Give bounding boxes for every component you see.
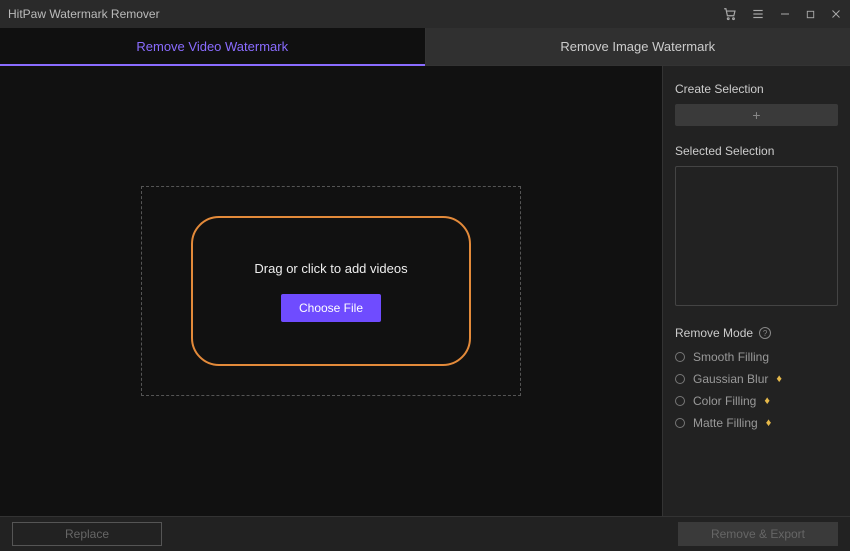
menu-icon[interactable]	[751, 7, 765, 21]
diamond-icon: ♦	[764, 395, 770, 407]
mode-label: Smooth Filling	[693, 350, 769, 364]
diamond-icon: ♦	[766, 417, 772, 429]
radio-icon	[675, 374, 685, 384]
remove-mode-header: Remove Mode ?	[675, 326, 838, 340]
tabs: Remove Video Watermark Remove Image Wate…	[0, 28, 850, 66]
minimize-icon[interactable]	[779, 8, 791, 20]
tab-image[interactable]: Remove Image Watermark	[425, 28, 850, 65]
mode-label: Gaussian Blur	[693, 372, 768, 386]
main: Drag or click to add videos Choose File …	[0, 66, 850, 516]
close-icon[interactable]	[830, 8, 842, 20]
plus-icon: +	[752, 107, 760, 123]
dropzone-inner[interactable]: Drag or click to add videos Choose File	[191, 216, 471, 366]
maximize-icon[interactable]	[805, 9, 816, 20]
tab-image-label: Remove Image Watermark	[560, 39, 715, 54]
cart-icon[interactable]	[723, 7, 737, 21]
selection-preview	[675, 166, 838, 306]
dropzone-text: Drag or click to add videos	[254, 261, 407, 276]
dropzone[interactable]: Drag or click to add videos Choose File	[141, 186, 521, 396]
workspace: Drag or click to add videos Choose File	[0, 66, 662, 516]
mode-label: Matte Filling	[693, 416, 758, 430]
mode-option-smooth[interactable]: Smooth Filling	[675, 350, 838, 364]
radio-icon	[675, 418, 685, 428]
mode-option-gaussian[interactable]: Gaussian Blur ♦	[675, 372, 838, 386]
export-button[interactable]: Remove & Export	[678, 522, 838, 546]
mode-label: Color Filling	[693, 394, 756, 408]
mode-options: Smooth Filling Gaussian Blur ♦ Color Fil…	[675, 350, 838, 430]
tab-video-label: Remove Video Watermark	[136, 39, 288, 54]
help-icon[interactable]: ?	[759, 327, 771, 339]
sidebar: Create Selection + Selected Selection Re…	[662, 66, 850, 516]
mode-option-color[interactable]: Color Filling ♦	[675, 394, 838, 408]
selected-selection-label: Selected Selection	[675, 144, 838, 158]
radio-icon	[675, 396, 685, 406]
tab-video[interactable]: Remove Video Watermark	[0, 28, 425, 65]
remove-mode-label: Remove Mode	[675, 326, 753, 340]
create-selection-button[interactable]: +	[675, 104, 838, 126]
titlebar: HitPaw Watermark Remover	[0, 0, 850, 28]
replace-button[interactable]: Replace	[12, 522, 162, 546]
footer: Replace Remove & Export	[0, 516, 850, 551]
app-title: HitPaw Watermark Remover	[8, 7, 723, 21]
mode-option-matte[interactable]: Matte Filling ♦	[675, 416, 838, 430]
create-selection-label: Create Selection	[675, 82, 838, 96]
titlebar-controls	[723, 7, 842, 21]
diamond-icon: ♦	[776, 373, 782, 385]
radio-icon	[675, 352, 685, 362]
choose-file-button[interactable]: Choose File	[281, 294, 381, 322]
